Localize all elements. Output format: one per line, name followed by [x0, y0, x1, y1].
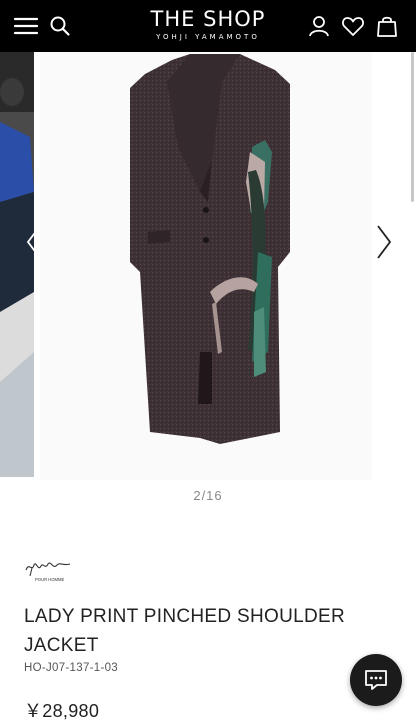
chat-button[interactable] [350, 654, 402, 706]
image-counter: 2/16 [193, 488, 223, 503]
pour-homme-text: POUR HOMME [35, 577, 65, 582]
previous-slide-image[interactable] [0, 52, 34, 477]
brand-subtitle: YOHJI YAMAMOTO [156, 33, 260, 41]
account-icon[interactable] [305, 12, 333, 40]
next-arrow-icon[interactable] [372, 222, 396, 262]
heart-icon[interactable] [339, 12, 367, 40]
scrollbar[interactable] [411, 52, 414, 202]
yohji-signature-logo[interactable]: POUR HOMME [24, 556, 74, 584]
product-title: LADY PRINT PINCHED SHOULDER JACKET [24, 606, 345, 656]
product-image-carousel[interactable] [0, 52, 416, 480]
bag-icon[interactable] [373, 12, 401, 40]
brand-title: THE SHOP [150, 7, 266, 31]
coat-illustration [130, 54, 290, 444]
product-sku: HO-J07-137-1-03 [24, 662, 118, 674]
top-header: THE SHOP YOHJI YAMAMOTO [0, 0, 416, 52]
chat-icon [365, 670, 387, 690]
product-main-image[interactable] [40, 52, 372, 480]
brand-logo[interactable]: THE SHOP YOHJI YAMAMOTO [120, 7, 296, 42]
previous-arrow-icon[interactable] [22, 222, 46, 262]
product-price: ￥28,980 [24, 701, 100, 721]
menu-icon[interactable] [12, 12, 40, 40]
search-icon[interactable] [46, 12, 74, 40]
